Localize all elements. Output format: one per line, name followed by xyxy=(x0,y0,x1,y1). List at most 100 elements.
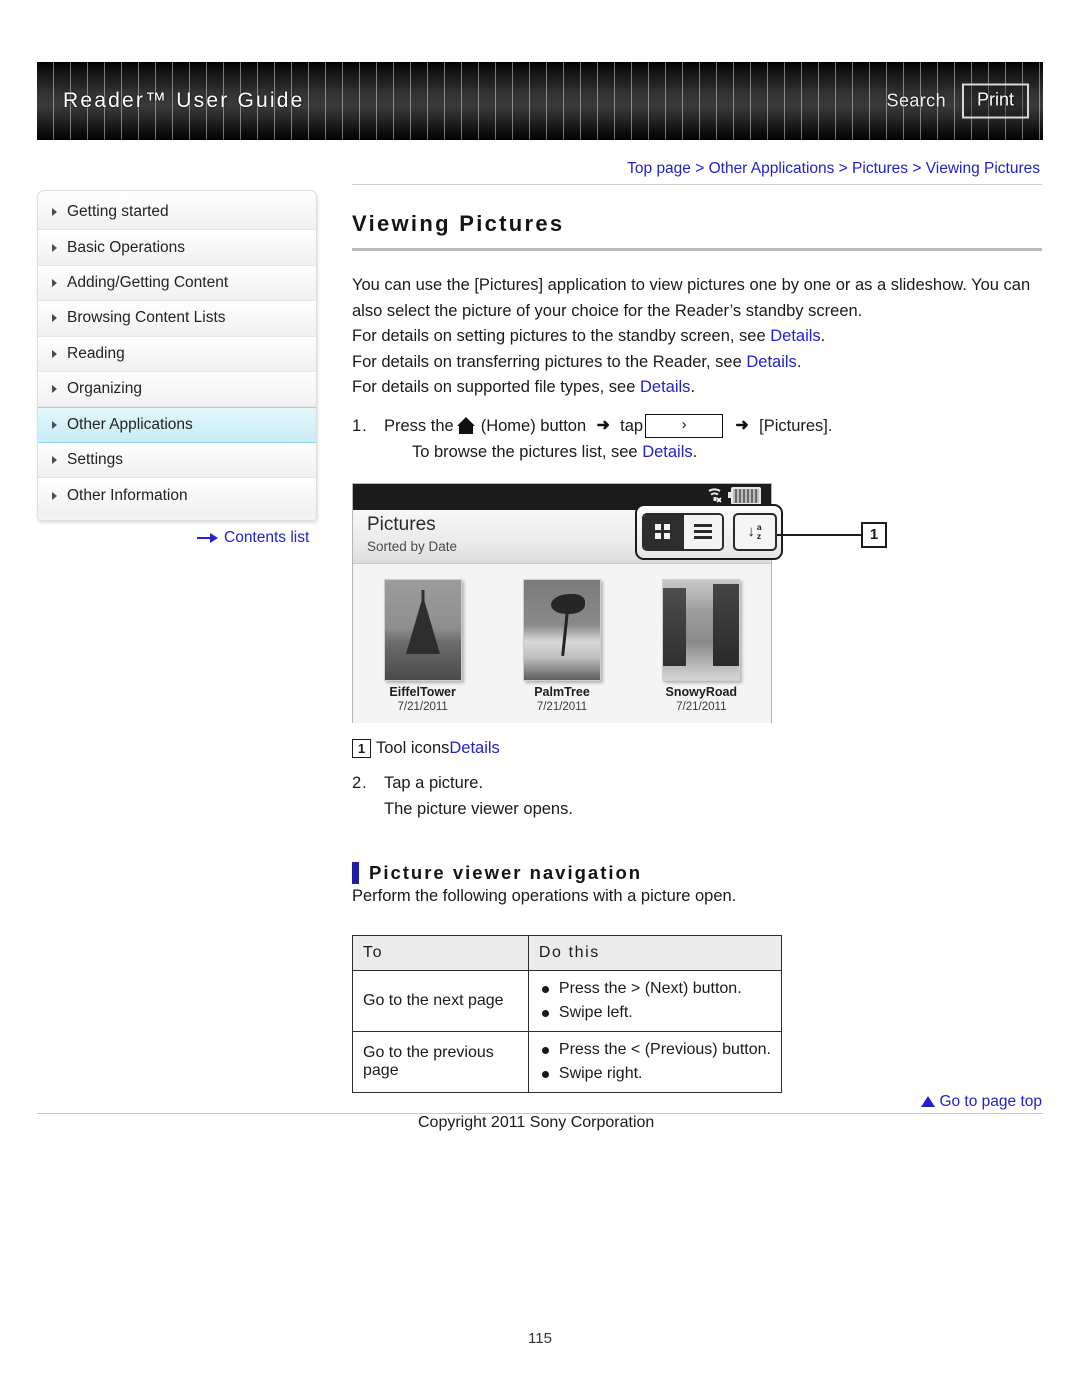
step1-subtext-tail: . xyxy=(692,442,698,461)
callout-leader-line xyxy=(777,533,863,536)
detail-line-transfer: For details on transferring pictures to … xyxy=(352,350,1042,376)
arrow-right-icon: ➜ xyxy=(735,416,749,434)
step-number: 2. xyxy=(352,773,368,792)
step-1: 1. Press the (Home) button ➜ tap › ➜ [Pi… xyxy=(352,413,1042,465)
thumbnail-date: 7/21/2011 xyxy=(676,700,727,713)
triangle-up-icon xyxy=(921,1096,936,1107)
table-bullet: Press the < (Previous) button. xyxy=(539,1038,771,1062)
sidebar-item-label: Reading xyxy=(67,344,125,362)
contents-list-link[interactable]: Contents list xyxy=(197,529,309,547)
main-content: Top page > Other Applications > Pictures… xyxy=(352,160,1042,1093)
detail-line-standby: For details on setting pictures to the s… xyxy=(352,324,1042,350)
arrow-right-icon: ➜ xyxy=(596,416,610,434)
sidebar-item-settings[interactable]: Settings xyxy=(38,442,316,479)
view-mode-toggle[interactable] xyxy=(641,512,724,551)
table-header-do-this: Do this xyxy=(527,935,783,971)
page-number: 115 xyxy=(528,1330,552,1347)
step1-subtext: To browse the pictures list, see Details… xyxy=(384,439,1042,465)
breadcrumb[interactable]: Top page > Other Applications > Pictures… xyxy=(352,160,1042,184)
thumbnail-name: EiffelTower xyxy=(389,684,456,699)
heading-accent-bar xyxy=(352,861,359,884)
intro-line-2: also select the picture of your choice f… xyxy=(352,301,863,320)
table-header-to: To xyxy=(352,935,529,971)
table-bullet: Swipe right. xyxy=(539,1062,771,1086)
device-status-icons xyxy=(706,486,761,506)
detail-tail: . xyxy=(690,378,696,396)
wifi-off-icon xyxy=(706,486,723,506)
sidebar-item-organizing[interactable]: Organizing xyxy=(38,371,316,408)
home-icon xyxy=(456,417,476,434)
caption-text: Tool icons xyxy=(376,738,450,757)
arrow-right-icon xyxy=(197,533,218,543)
subsection-heading: Picture viewer navigation xyxy=(352,861,1042,884)
step1-subtext-pre: To browse the pictures list, see xyxy=(412,442,643,461)
battery-icon xyxy=(728,486,761,505)
tool-icons-callout: ↓ az xyxy=(635,503,783,560)
sidebar-item-browsing-content-lists[interactable]: Browsing Content Lists xyxy=(38,301,316,337)
bullet-arrow-icon xyxy=(52,455,57,464)
sidebar-item-adding-getting-content[interactable]: Adding/Getting Content xyxy=(38,265,316,302)
bullet-arrow-icon xyxy=(52,491,57,500)
bullet-arrow-icon xyxy=(52,243,57,252)
thumbnail-name: SnowyRoad xyxy=(665,684,738,699)
step-2: 2. Tap a picture. The picture viewer ope… xyxy=(352,770,1042,822)
sidebar-item-reading[interactable]: Reading xyxy=(38,336,316,372)
details-link-pictures-list[interactable]: Details xyxy=(642,443,692,461)
go-to-page-top-label: Go to page top xyxy=(939,1093,1042,1110)
table-bullet: Swipe left. xyxy=(539,1001,771,1025)
detail-text: For details on setting pictures to the s… xyxy=(352,327,771,345)
bullet-arrow-icon xyxy=(52,385,57,394)
thumbnail-date: 7/21/2011 xyxy=(536,700,588,713)
details-link-transfer[interactable]: Details xyxy=(746,353,796,371)
sidebar-item-label: Settings xyxy=(67,450,124,468)
detail-text: For details on transferring pictures to … xyxy=(352,352,747,371)
bullet-arrow-icon xyxy=(52,208,57,217)
thumbnail-image-eiffel-tower xyxy=(383,578,462,681)
sidebar-item-label: Other Applications xyxy=(67,416,193,434)
sidebar-item-other-information[interactable]: Other Information xyxy=(38,478,316,514)
step1-tap-label: tap xyxy=(620,416,644,435)
table-cell-do: Press the > (Next) button. Swipe left. xyxy=(527,970,783,1032)
thumbnail-item[interactable]: EiffelTower 7/21/2011 xyxy=(368,578,478,714)
thumbnail-item[interactable]: SnowyRoad 7/21/2011 xyxy=(646,578,756,714)
grid-view-icon[interactable] xyxy=(643,514,682,549)
detail-tail: . xyxy=(796,352,802,371)
sidebar-item-other-applications[interactable]: Other Applications xyxy=(38,407,316,443)
contents-list-label: Contents list xyxy=(224,529,310,546)
thumbnail-name: PalmTree xyxy=(534,684,590,699)
details-link-standby[interactable]: Details xyxy=(770,327,820,345)
app-title: Reader™ User Guide xyxy=(63,89,305,112)
breadcrumb-divider xyxy=(352,184,1042,185)
step1-home-label: (Home) button xyxy=(480,416,587,435)
step-number: 1. xyxy=(352,416,368,435)
table-bullet: Press the > (Next) button. xyxy=(539,977,771,1001)
sidebar-item-label: Basic Operations xyxy=(67,238,186,256)
table-cell-to: Go to the previous page xyxy=(352,1031,529,1093)
step1-target-label: [Pictures]. xyxy=(759,416,833,435)
step2-line-2: The picture viewer opens. xyxy=(384,799,573,818)
details-link-filetypes[interactable]: Details xyxy=(640,378,690,396)
list-view-icon[interactable] xyxy=(681,514,722,549)
sidebar-item-label: Browsing Content Lists xyxy=(67,309,226,327)
details-link-tool-icons[interactable]: Details xyxy=(449,739,499,758)
thumbnail-image-palm-tree xyxy=(522,578,601,681)
picture-viewer-navigation-table: To Do this Go to the next page Press the… xyxy=(352,935,783,1093)
title-divider xyxy=(352,248,1042,251)
print-button[interactable]: Print xyxy=(961,83,1029,119)
sidebar-item-getting-started[interactable]: Getting started xyxy=(38,195,316,231)
sidebar-nav: Getting started Basic Operations Adding/… xyxy=(37,190,317,521)
sidebar-item-basic-operations[interactable]: Basic Operations xyxy=(38,230,316,266)
subsection-heading-text: Picture viewer navigation xyxy=(369,861,643,883)
search-button[interactable]: Search xyxy=(887,91,946,112)
sort-az-icon[interactable]: ↓ az xyxy=(732,512,777,551)
bullet-arrow-icon xyxy=(52,278,57,287)
sidebar-item-label: Getting started xyxy=(67,203,169,221)
table-row: Go to the previous page Press the < (Pre… xyxy=(352,1031,783,1093)
sidebar-item-label: Other Information xyxy=(67,486,188,504)
intro-line-1: You can use the [Pictures] application t… xyxy=(352,276,1031,294)
thumbnail-item[interactable]: PalmTree 7/21/2011 xyxy=(507,578,617,714)
callout-marker-1: 1 xyxy=(861,521,887,548)
chevron-button-graphic: › xyxy=(645,413,724,438)
table-row: Go to the next page Press the > (Next) b… xyxy=(352,970,783,1032)
go-to-page-top-link[interactable]: Go to page top xyxy=(352,1093,1042,1111)
